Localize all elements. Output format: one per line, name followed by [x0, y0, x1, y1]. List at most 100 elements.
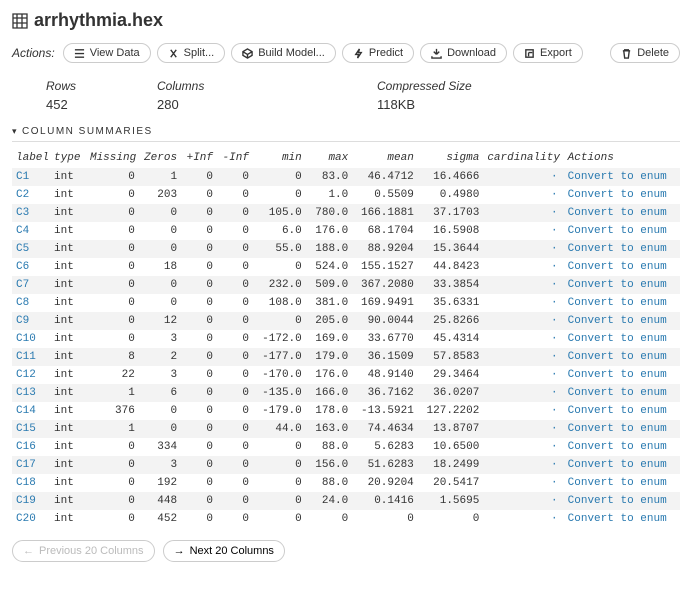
- download-button[interactable]: Download: [420, 43, 507, 63]
- column-link[interactable]: C8: [16, 297, 29, 309]
- predict-button[interactable]: Predict: [342, 43, 414, 63]
- cardinality-action[interactable]: ·: [549, 423, 560, 435]
- cardinality-action[interactable]: ·: [549, 225, 560, 237]
- cardinality-action[interactable]: ·: [549, 351, 560, 363]
- table-row: C17int03000156.051.628318.2499·Convert t…: [12, 456, 680, 474]
- column-link[interactable]: C13: [16, 387, 36, 399]
- pager: ← Previous 20 Columns → Next 20 Columns: [12, 540, 680, 562]
- cell-sigma: 0.4980: [418, 186, 484, 204]
- convert-to-enum-link[interactable]: Convert to enum: [568, 387, 667, 399]
- cell-type: int: [50, 222, 86, 240]
- cell-ninf: 0: [217, 510, 253, 528]
- cardinality-action[interactable]: ·: [549, 513, 560, 525]
- cardinality-action[interactable]: ·: [549, 297, 560, 309]
- column-link[interactable]: C5: [16, 243, 29, 255]
- cell-cardinality: ·: [483, 456, 563, 474]
- column-link[interactable]: C20: [16, 513, 36, 525]
- th-sigma: sigma: [418, 148, 484, 168]
- column-link[interactable]: C2: [16, 189, 29, 201]
- column-link[interactable]: C19: [16, 495, 36, 507]
- column-link[interactable]: C12: [16, 369, 36, 381]
- convert-to-enum-link[interactable]: Convert to enum: [568, 171, 667, 183]
- cardinality-action[interactable]: ·: [549, 495, 560, 507]
- th-min: min: [253, 148, 306, 168]
- convert-to-enum-link[interactable]: Convert to enum: [568, 333, 667, 345]
- cardinality-action[interactable]: ·: [549, 279, 560, 291]
- cardinality-action[interactable]: ·: [549, 441, 560, 453]
- convert-to-enum-link[interactable]: Convert to enum: [568, 351, 667, 363]
- cardinality-action[interactable]: ·: [549, 261, 560, 273]
- delete-button[interactable]: Delete: [610, 43, 680, 63]
- cell-max: 179.0: [306, 348, 353, 366]
- column-link[interactable]: C14: [16, 405, 36, 417]
- cell-ninf: 0: [217, 474, 253, 492]
- convert-to-enum-link[interactable]: Convert to enum: [568, 459, 667, 471]
- convert-to-enum-link[interactable]: Convert to enum: [568, 477, 667, 489]
- column-link[interactable]: C17: [16, 459, 36, 471]
- cell-zeros: 448: [139, 492, 181, 510]
- column-link[interactable]: C11: [16, 351, 36, 363]
- column-link[interactable]: C10: [16, 333, 36, 345]
- cardinality-action[interactable]: ·: [549, 171, 560, 183]
- column-summaries-header[interactable]: ▾ COLUMN SUMMARIES: [12, 126, 680, 142]
- convert-to-enum-link[interactable]: Convert to enum: [568, 207, 667, 219]
- build-model-button[interactable]: Build Model...: [231, 43, 336, 63]
- cell-mean: 166.1881: [352, 204, 418, 222]
- cell-max: 24.0: [306, 492, 353, 510]
- cell-missing: 0: [86, 258, 139, 276]
- convert-to-enum-link[interactable]: Convert to enum: [568, 405, 667, 417]
- cell-min: 0: [253, 474, 306, 492]
- cardinality-action[interactable]: ·: [549, 477, 560, 489]
- column-link[interactable]: C16: [16, 441, 36, 453]
- convert-to-enum-link[interactable]: Convert to enum: [568, 423, 667, 435]
- view-data-button[interactable]: View Data: [63, 43, 151, 63]
- cardinality-action[interactable]: ·: [549, 459, 560, 471]
- column-link[interactable]: C3: [16, 207, 29, 219]
- th-label: label: [12, 148, 50, 168]
- cell-pinf: 0: [181, 438, 217, 456]
- convert-to-enum-link[interactable]: Convert to enum: [568, 369, 667, 381]
- cardinality-action[interactable]: ·: [549, 387, 560, 399]
- cardinality-action[interactable]: ·: [549, 189, 560, 201]
- stats-row: Rows 452 Columns 280 Compressed Size 118…: [12, 73, 680, 126]
- column-link[interactable]: C1: [16, 171, 29, 183]
- next-columns-button[interactable]: → Next 20 Columns: [163, 540, 285, 562]
- convert-to-enum-link[interactable]: Convert to enum: [568, 297, 667, 309]
- convert-to-enum-link[interactable]: Convert to enum: [568, 243, 667, 255]
- cardinality-action[interactable]: ·: [549, 207, 560, 219]
- cell-missing: 0: [86, 240, 139, 258]
- cell-missing: 1: [86, 420, 139, 438]
- cardinality-action[interactable]: ·: [549, 405, 560, 417]
- cell-mean: 5.6283: [352, 438, 418, 456]
- column-link[interactable]: C6: [16, 261, 29, 273]
- th-actions: Actions: [564, 148, 680, 168]
- cube-icon: [242, 48, 253, 59]
- table-row: C1int0100083.046.471216.4666·Convert to …: [12, 168, 680, 186]
- split-icon: [168, 48, 179, 59]
- cardinality-action[interactable]: ·: [549, 333, 560, 345]
- rows-value: 452: [46, 97, 157, 112]
- column-link[interactable]: C18: [16, 477, 36, 489]
- cardinality-action[interactable]: ·: [549, 315, 560, 327]
- convert-to-enum-link[interactable]: Convert to enum: [568, 513, 667, 525]
- list-icon: [74, 48, 85, 59]
- cardinality-action[interactable]: ·: [549, 369, 560, 381]
- cell-min: 0: [253, 456, 306, 474]
- column-link[interactable]: C15: [16, 423, 36, 435]
- cell-mean: 46.4712: [352, 168, 418, 186]
- cell-cardinality: ·: [483, 294, 563, 312]
- export-button[interactable]: Export: [513, 43, 583, 63]
- table-row: C16int033400088.05.628310.6500·Convert t…: [12, 438, 680, 456]
- convert-to-enum-link[interactable]: Convert to enum: [568, 495, 667, 507]
- convert-to-enum-link[interactable]: Convert to enum: [568, 315, 667, 327]
- convert-to-enum-link[interactable]: Convert to enum: [568, 225, 667, 237]
- convert-to-enum-link[interactable]: Convert to enum: [568, 261, 667, 273]
- convert-to-enum-link[interactable]: Convert to enum: [568, 441, 667, 453]
- column-link[interactable]: C4: [16, 225, 29, 237]
- column-link[interactable]: C7: [16, 279, 29, 291]
- column-link[interactable]: C9: [16, 315, 29, 327]
- convert-to-enum-link[interactable]: Convert to enum: [568, 279, 667, 291]
- convert-to-enum-link[interactable]: Convert to enum: [568, 189, 667, 201]
- split-button[interactable]: Split...: [157, 43, 226, 63]
- cardinality-action[interactable]: ·: [549, 243, 560, 255]
